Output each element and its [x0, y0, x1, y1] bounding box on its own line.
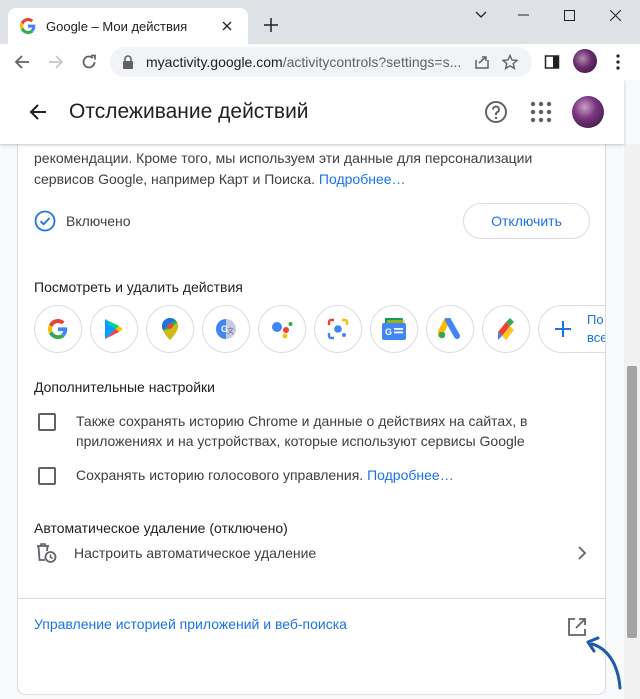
divider [18, 598, 605, 599]
page-content: рекомендации. Кроме того, мы используем … [0, 80, 640, 699]
auto-delete-label: Настроить автоматическое удаление [74, 545, 317, 561]
google-pay-icon [498, 318, 514, 340]
chevron-right-icon [578, 546, 587, 560]
status-text: Включено [66, 213, 131, 229]
google-g-icon [48, 319, 68, 339]
tab-search-icon[interactable] [458, 0, 504, 30]
google-lens-button[interactable] [314, 305, 362, 353]
browser-menu-icon[interactable] [604, 48, 632, 76]
google-play-icon [105, 319, 123, 339]
voice-history-row: Сохранять историю голосового управления.… [38, 465, 454, 485]
google-assistant-button[interactable] [258, 305, 306, 353]
lock-icon[interactable] [120, 54, 136, 70]
google-ads-icon [438, 318, 460, 339]
google-lens-icon [327, 318, 349, 340]
google-ads-button[interactable] [426, 305, 474, 353]
google-news-icon: G [382, 318, 406, 340]
browser-toolbar: myactivity.google.com/activitycontrols?s… [0, 44, 640, 80]
window-close-icon[interactable] [592, 0, 638, 30]
check-circle-icon [34, 210, 56, 232]
svg-text:文: 文 [227, 326, 234, 335]
google-assistant-icon [272, 322, 293, 339]
share-icon[interactable] [470, 50, 494, 74]
annotation-arrow-icon [586, 636, 622, 690]
google-app-button[interactable] [34, 305, 82, 353]
help-icon[interactable] [484, 100, 508, 124]
account-avatar[interactable] [572, 96, 604, 128]
app-bar: Отслеживание действий [0, 80, 624, 144]
browser-tab[interactable]: Google – Мои действия [8, 8, 248, 44]
app-icons-row: G文 G По все [34, 305, 605, 353]
tab-strip: Google – Мои действия [0, 0, 640, 44]
voice-history-checkbox[interactable] [38, 467, 56, 485]
page-title: Отслеживание действий [69, 100, 309, 123]
description-text: рекомендации. Кроме того, мы используем … [34, 150, 533, 187]
minimize-icon[interactable] [500, 0, 546, 30]
manage-history-link[interactable]: Управление историей приложений и веб-пои… [34, 616, 347, 632]
google-pay-button[interactable] [482, 305, 530, 353]
voice-learn-more-link[interactable]: Подробнее… [367, 467, 454, 483]
profile-avatar[interactable] [573, 49, 597, 73]
chrome-history-label: Также сохранять историю Chrome и данные … [76, 413, 528, 449]
auto-delete-row[interactable]: Настроить автоматическое удаление [34, 535, 592, 571]
tab-close-icon[interactable] [218, 17, 236, 35]
voice-history-label: Сохранять историю голосового управления.… [76, 467, 454, 483]
view-all-button[interactable]: По все [538, 305, 605, 353]
status-row: Включено [34, 210, 131, 232]
chrome-history-row: Также сохранять историю Chrome и данные … [38, 411, 527, 449]
maximize-icon[interactable] [546, 0, 592, 30]
google-play-button[interactable] [90, 305, 138, 353]
tab-title: Google – Мои действия [46, 18, 188, 34]
auto-delete-icon [37, 543, 57, 563]
apps-grid-icon[interactable] [530, 101, 552, 123]
reload-icon[interactable] [75, 48, 103, 76]
additional-settings-title: Дополнительные настройки [34, 379, 215, 395]
forward-arrow-icon[interactable] [42, 48, 70, 76]
address-bar[interactable]: myactivity.google.com/activitycontrols?s… [110, 47, 532, 77]
scrollbar-thumb[interactable] [627, 366, 637, 638]
google-maps-icon [162, 318, 178, 340]
google-maps-button[interactable] [146, 305, 194, 353]
google-favicon-icon [20, 18, 36, 34]
auto-delete-title: Автоматическое удаление (отключено) [34, 520, 288, 536]
learn-more-link[interactable]: Подробнее… [319, 171, 406, 187]
plus-icon [555, 321, 571, 337]
chrome-history-checkbox[interactable] [38, 413, 56, 431]
google-translate-icon: G文 [216, 319, 236, 339]
back-arrow-icon[interactable] [8, 48, 36, 76]
view-delete-title: Посмотреть и удалить действия [34, 279, 243, 295]
page-back-arrow-icon[interactable] [24, 98, 52, 126]
google-translate-button[interactable]: G文 [202, 305, 250, 353]
side-panel-icon[interactable] [538, 48, 566, 76]
disable-button[interactable]: Отключить [463, 203, 590, 239]
url-text[interactable]: myactivity.google.com/activitycontrols?s… [146, 54, 466, 70]
new-tab-icon[interactable] [258, 12, 284, 38]
google-news-button[interactable]: G [370, 305, 418, 353]
svg-text:G: G [385, 327, 392, 337]
activity-card: рекомендации. Кроме того, мы используем … [17, 120, 606, 695]
bookmark-star-icon[interactable] [498, 50, 522, 74]
